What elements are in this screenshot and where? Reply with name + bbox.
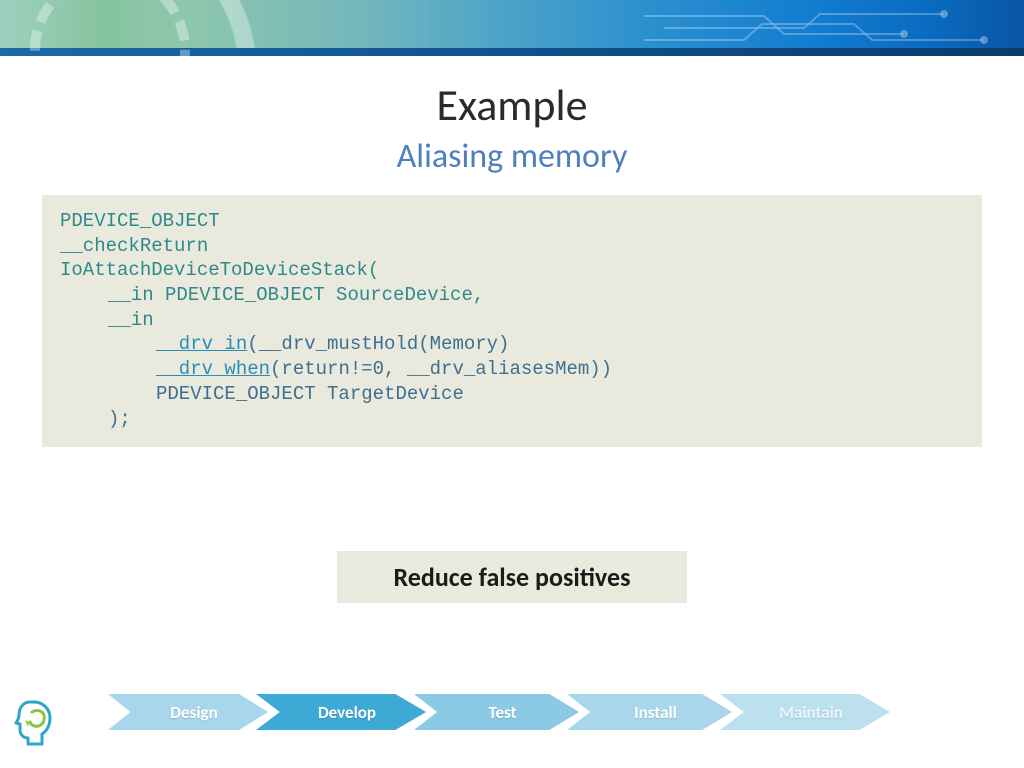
code-line: IoAttachDeviceToDeviceStack( xyxy=(60,259,379,281)
flow-step-label: Test xyxy=(489,702,517,723)
flow-step-test: Test xyxy=(414,690,579,734)
flow-step-label: Install xyxy=(634,702,677,723)
flow-step-develop: Develop xyxy=(256,690,426,734)
code-keyword: __drv_in xyxy=(156,333,247,355)
process-flow: Design Develop Test Install Maintain xyxy=(120,690,890,734)
flow-step-maintain: Maintain xyxy=(720,690,890,734)
top-banner xyxy=(0,0,1024,56)
highlight-text: Reduce false positives xyxy=(394,561,631,593)
code-line: PDEVICE_OBJECT xyxy=(60,210,220,232)
title-area: Example Aliasing memory xyxy=(0,78,1024,177)
code-line: PDEVICE_OBJECT TargetDevice xyxy=(60,382,464,407)
code-line: (return!=0, __drv_aliasesMem)) xyxy=(270,358,612,380)
code-block: PDEVICE_OBJECT __checkReturn IoAttachDev… xyxy=(42,195,982,447)
flow-step-label: Maintain xyxy=(779,702,843,723)
logo-head-icon xyxy=(14,698,56,746)
flow-step-install: Install xyxy=(567,690,732,734)
flow-step-label: Design xyxy=(170,702,217,723)
code-line: __in PDEVICE_OBJECT SourceDevice, xyxy=(60,283,484,308)
code-line: __in xyxy=(60,308,154,333)
highlight-box: Reduce false positives xyxy=(337,551,687,603)
flow-step-design: Design xyxy=(108,690,268,734)
code-line: (__drv_mustHold(Memory) xyxy=(247,333,509,355)
flow-step-label: Develop xyxy=(318,702,376,723)
circuit-lines-icon xyxy=(644,6,994,50)
slide-subtitle: Aliasing memory xyxy=(0,136,1024,177)
slide-title: Example xyxy=(0,78,1024,132)
code-line: ); xyxy=(60,407,131,432)
code-keyword: __drv_when xyxy=(156,358,270,380)
code-line: __checkReturn xyxy=(60,235,208,257)
